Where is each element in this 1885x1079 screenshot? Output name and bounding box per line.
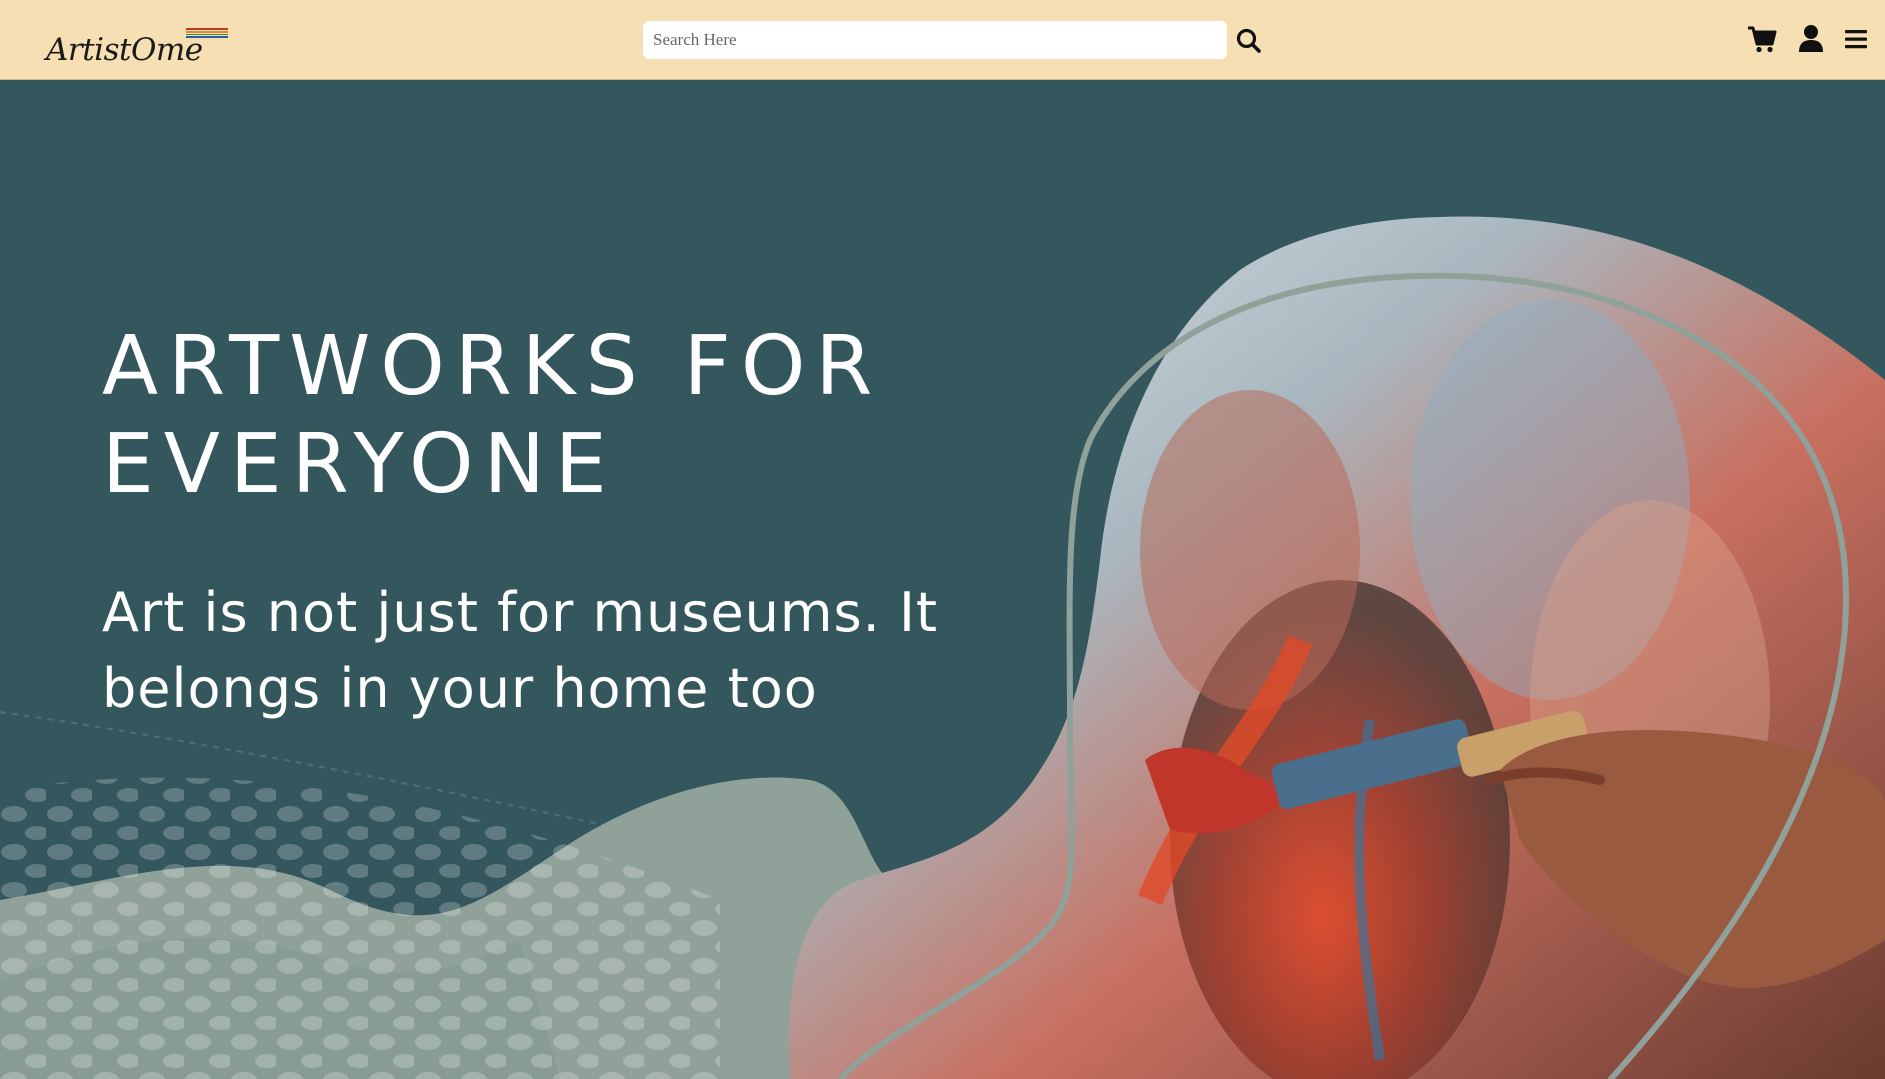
cart-icon [1748,26,1777,53]
search-input[interactable] [643,21,1227,59]
hero-headline: ARTWORKS FOR EVERYONE [102,318,882,514]
menu-icon [1845,30,1867,49]
user-icon [1799,25,1823,52]
top-navbar: ArtistOme [0,0,1885,80]
search-button[interactable] [1234,26,1264,56]
account-button[interactable] [1794,22,1828,56]
hero-headline-line2: EVERYONE [102,417,617,512]
search-icon [1236,28,1261,53]
menu-button[interactable] [1840,22,1874,56]
hero-subheadline: Art is not just for museums. It belongs … [102,581,939,720]
logo-text: ArtistOme [46,32,203,68]
hero-banner: ARTWORKS FOR EVERYONE Art is not just fo… [0,80,1885,1079]
cart-button[interactable] [1745,22,1779,56]
logo[interactable]: ArtistOme [46,20,236,66]
logo-stripes [186,28,228,38]
hero-headline-line1: ARTWORKS FOR [102,319,883,414]
